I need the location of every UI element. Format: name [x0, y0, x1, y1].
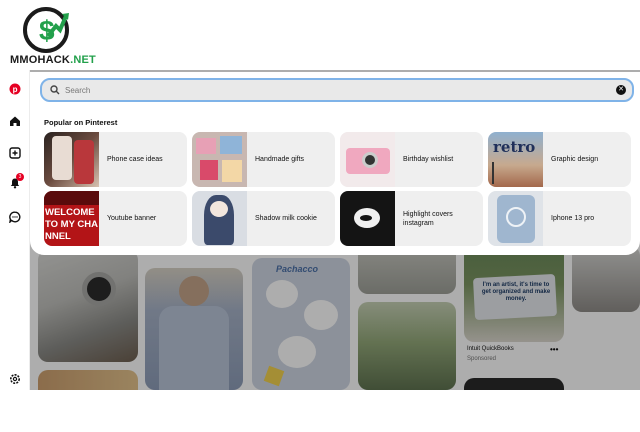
popular-item-shadow-milk-cookie[interactable]: Shadow milk cookie — [192, 191, 335, 246]
popular-item-label: Handmade gifts — [255, 156, 305, 163]
popular-thumb: WELCOME TO MY CHANNEL — [44, 191, 99, 246]
popular-item-youtube-banner[interactable]: WELCOME TO MY CHANNEL Youtube banner — [44, 191, 187, 246]
popular-thumb: retro — [488, 132, 543, 187]
popular-item-birthday-wishlist[interactable]: Birthday wishlist — [340, 132, 483, 187]
home-icon[interactable] — [8, 114, 22, 128]
search-dropdown-panel: ✕ Popular on Pinterest Phone case ideas — [30, 72, 640, 255]
popular-item-label: Iphone 13 pro — [551, 215, 595, 222]
popular-thumb — [192, 191, 247, 246]
popular-thumb — [192, 132, 247, 187]
popular-thumb — [488, 191, 543, 246]
create-icon[interactable] — [8, 146, 22, 160]
retro-thumb-text: retro — [493, 138, 536, 156]
notifications-icon[interactable]: 3 — [8, 173, 24, 190]
left-sidebar: p 3 — [0, 70, 30, 390]
pinterest-app: p 3 Pachacco I'm an artist, it's time to… — [0, 70, 640, 390]
clear-search-icon[interactable]: ✕ — [616, 85, 626, 95]
page-bottom-blank — [0, 390, 640, 432]
search-bar[interactable]: ✕ — [40, 78, 634, 102]
watermark-text: MMOHACK.NET — [10, 54, 96, 66]
popular-item-label: Birthday wishlist — [403, 156, 454, 163]
search-icon — [50, 85, 60, 95]
search-input[interactable] — [65, 85, 616, 95]
notification-badge: 3 — [16, 173, 24, 181]
youtube-thumb-text: WELCOME TO MY CHANNEL — [45, 207, 98, 242]
popular-item-label: Youtube banner — [107, 215, 157, 222]
popular-thumb — [340, 191, 395, 246]
popular-item-label: Graphic design — [551, 156, 599, 163]
popular-item-label: Shadow milk cookie — [255, 215, 317, 222]
popular-grid: Phone case ideas Handmade gifts Birthday — [44, 132, 632, 248]
popular-item-label: Highlight covers instagram — [403, 210, 453, 227]
popular-thumb — [44, 132, 99, 187]
messages-icon[interactable] — [8, 210, 22, 224]
popular-heading: Popular on Pinterest — [44, 118, 118, 127]
popular-item-iphone-13-pro[interactable]: Iphone 13 pro — [488, 191, 631, 246]
dollar-growth-logo-icon: $ — [23, 7, 69, 53]
popular-item-phone-case-ideas[interactable]: Phone case ideas — [44, 132, 187, 187]
popular-item-highlight-covers-instagram[interactable]: Highlight covers instagram — [340, 191, 483, 246]
popular-item-handmade-gifts[interactable]: Handmade gifts — [192, 132, 335, 187]
popular-thumb — [340, 132, 395, 187]
pinterest-logo-icon[interactable]: p — [8, 82, 22, 96]
popular-item-label: Phone case ideas — [107, 156, 163, 163]
svg-text:p: p — [13, 85, 18, 94]
settings-icon[interactable] — [8, 372, 22, 386]
popular-item-graphic-design[interactable]: retro Graphic design — [488, 132, 631, 187]
watermark-logo: $ MMOHACK.NET — [6, 4, 96, 68]
